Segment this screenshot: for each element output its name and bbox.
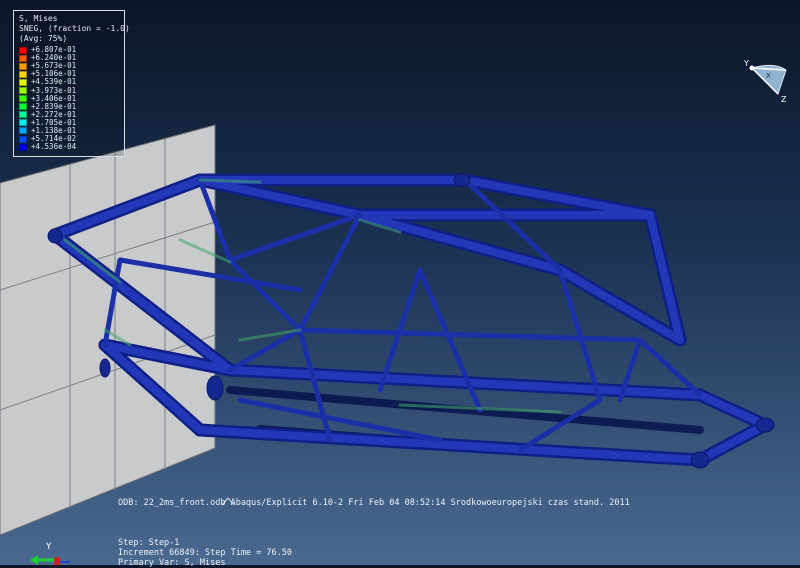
legend-swatch bbox=[19, 95, 27, 103]
legend-swatch bbox=[19, 143, 27, 151]
legend-title: S, Mises bbox=[19, 14, 58, 23]
odb-info-line: ODB: 22_2ms_front.odb Abaqus/Explicit 6.… bbox=[118, 498, 630, 508]
legend-swatch bbox=[19, 78, 27, 86]
increment-line: Increment 66849: Step Time = 76.50 bbox=[118, 548, 292, 558]
legend-scale: +6.807e-01 +6.240e-01 +5.673e-01 +5.106e-01… bbox=[19, 46, 119, 151]
step-line: Step: Step-1 bbox=[118, 538, 180, 548]
legend-value: +4.536e-04 bbox=[31, 142, 77, 152]
legend-swatch bbox=[19, 111, 27, 119]
legend-swatch bbox=[19, 46, 27, 54]
legend-swatch bbox=[19, 103, 27, 111]
stress-legend: S, Mises SNEG, (fraction = -1.0) (Avg: 7… bbox=[13, 10, 130, 157]
global-axis-icon: Y bbox=[30, 542, 70, 565]
triad-icon: Y X Z bbox=[743, 59, 787, 104]
triad-x-label: X bbox=[766, 72, 771, 80]
legend-swatch bbox=[19, 119, 27, 127]
view-triad[interactable]: Y X Z bbox=[743, 54, 794, 104]
axis-y-label: Y bbox=[45, 542, 52, 552]
legend-swatch bbox=[19, 87, 27, 95]
legend-swatch bbox=[19, 135, 27, 143]
tubular-frame bbox=[47, 173, 775, 469]
legend-subtitle: SNEG, (fraction = -1.0) bbox=[19, 24, 130, 33]
triad-y-label: Y bbox=[744, 59, 749, 68]
legend-swatch bbox=[19, 127, 27, 135]
triad-z-label: Z bbox=[781, 95, 787, 104]
legend-swatch bbox=[19, 54, 27, 62]
legend-swatch bbox=[19, 70, 27, 78]
legend-row: +4.536e-04 bbox=[19, 143, 119, 151]
legend-averaging: (Avg: 75%) bbox=[19, 34, 68, 43]
primary-var-line: Primary Var: S, Mises bbox=[118, 558, 226, 568]
legend-swatch bbox=[19, 62, 27, 70]
